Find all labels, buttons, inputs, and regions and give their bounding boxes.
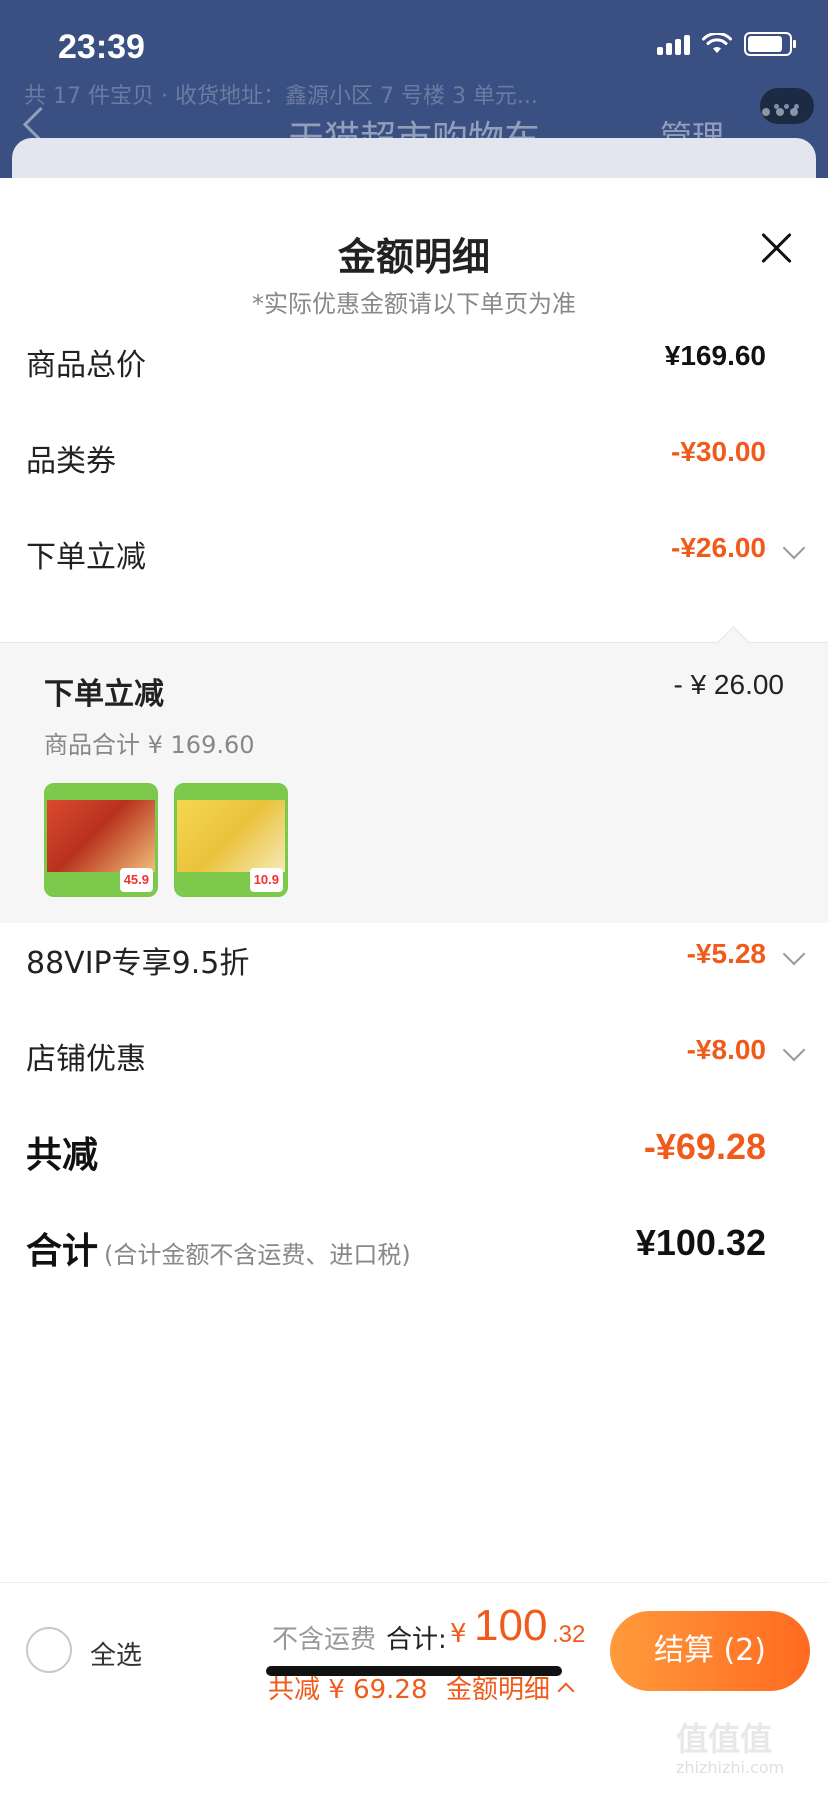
watermark-url: zhizhizhi.com [676,1758,785,1777]
row-order-discount[interactable]: 下单立减 -¥26.00 [0,522,828,582]
detail-subtotal: 商品合计 ¥ 169.60 [44,731,255,759]
product-price: 10.9 [249,868,283,892]
chat-bubble-icon[interactable] [760,88,814,124]
row-value: -¥26.00 [671,532,766,563]
chevron-up-icon [557,1682,575,1699]
row-label: 品类券 [26,444,116,479]
row-label: 商品总价 [26,348,146,383]
total-decimal: .32 [552,1621,586,1648]
chevron-down-icon[interactable] [782,942,806,966]
total-label: 合计: [386,1625,447,1655]
row-label: 共减 [26,1135,99,1176]
background-header: 23:39 共 17 件宝贝 · 收货地址：鑫源小区 7 号楼 3 单元... … [0,0,828,198]
total-currency: ¥ [450,1619,467,1649]
row-value: ¥100.32 [635,1222,766,1263]
row-total-discount: 共减 -¥69.28 [0,1120,828,1180]
sheet-title: 金额明细 [337,235,490,279]
detail-amount: - ¥ 26.00 [673,669,784,700]
detail-title: 下单立减 [44,677,164,712]
select-all-label[interactable]: 全选 [90,1635,142,1672]
background-subtitle: 共 17 件宝贝 · 收货地址：鑫源小区 7 号楼 3 单元... [24,84,538,109]
row-goods-total: 商品总价 ¥169.60 [0,330,828,390]
battery-icon [744,32,796,56]
total-note: (合计金额不含运费、进口税) [104,1241,411,1269]
product-price: 45.9 [119,868,153,892]
row-value: ¥169.60 [664,340,766,371]
row-grand-total: 合计 (合计金额不含运费、进口税) ¥100.32 [0,1216,828,1276]
chevron-down-icon[interactable] [782,536,806,560]
select-all-radio[interactable] [26,1627,72,1673]
amount-detail-label: 金额明细 [446,1675,551,1705]
watermark-logo: 值值值 [676,1720,773,1758]
row-value: -¥8.00 [686,1034,766,1065]
product-thumbnail[interactable]: 10.9 [174,783,288,897]
checkout-button[interactable]: 结算 (2) [610,1611,810,1691]
total-integer: 100 [474,1601,548,1650]
amount-detail-sheet: 金额明细 *实际优惠金额请以下单页为准 商品总价 ¥169.60 品类券 -¥3… [0,178,828,1792]
status-icons [657,32,796,56]
status-time: 23:39 [58,28,145,66]
row-label: 店铺优惠 [26,1042,146,1077]
row-label: 88VIP专享9.5折 [26,946,250,981]
chevron-down-icon[interactable] [782,1038,806,1062]
home-indicator[interactable] [266,1666,562,1676]
row-label-wrap: 合计 (合计金额不含运费、进口税) [26,1222,411,1274]
row-value: -¥5.28 [686,938,766,969]
excluding-shipping-label: 不含运费 [272,1625,377,1655]
pointer-arrow [717,626,750,659]
row-value: -¥69.28 [643,1126,766,1167]
row-category-coupon: 品类券 -¥30.00 [0,426,828,486]
close-icon[interactable] [756,228,796,268]
signal-icon [657,33,690,55]
total-label: 合计 [26,1231,99,1272]
wifi-icon [702,33,732,53]
row-label: 下单立减 [26,540,146,575]
product-thumbnail[interactable]: 45.9 [44,783,158,897]
row-store-discount[interactable]: 店铺优惠 -¥8.00 [0,1024,828,1084]
row-value: -¥30.00 [671,436,766,467]
more-icon[interactable] [762,108,798,116]
sheet-subtitle: *实际优惠金额请以下单页为准 [252,290,576,318]
row-88vip[interactable]: 88VIP专享9.5折 -¥5.28 [0,928,828,988]
order-discount-detail: 下单立减 - ¥ 26.00 商品合计 ¥ 169.60 45.9 10.9 [0,626,828,923]
